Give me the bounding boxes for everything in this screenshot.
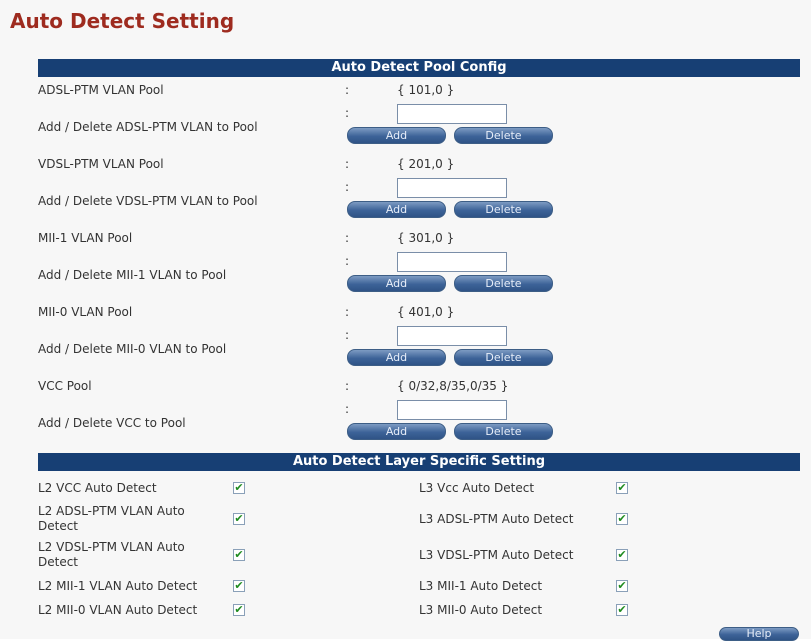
l2-label-vdsl-ptm: L2 VDSL-PTM VLAN Auto Detect	[38, 540, 185, 569]
add-button-vcc[interactable]: Add	[347, 423, 446, 440]
pool-label-vdsl-ptm: VDSL-PTM VLAN Pool	[38, 157, 164, 171]
edit-label-vdsl-ptm: Add / Delete VDSL-PTM VLAN to Pool	[38, 194, 258, 208]
edit-label-mii-0: Add / Delete MII-0 VLAN to Pool	[38, 342, 227, 356]
layer-specific-header: Auto Detect Layer Specific Setting	[38, 453, 800, 471]
separator-colon: :	[345, 106, 350, 120]
separator-colon: :	[345, 231, 350, 245]
l2-checkbox-adsl-ptm[interactable]: ✔	[233, 513, 245, 525]
l2-checkbox-mii-0[interactable]: ✔	[233, 604, 245, 616]
vlan-input-mii-0[interactable]	[397, 326, 507, 346]
l3-checkbox-mii-1[interactable]: ✔	[616, 580, 628, 592]
l3-label-mii-0: L3 MII-0 Auto Detect	[419, 603, 543, 617]
pool-value-adsl-ptm: { 101,0 }	[397, 83, 455, 97]
l2-checkbox-vcc[interactable]: ✔	[233, 482, 245, 494]
separator-colon: :	[345, 254, 350, 268]
l3-label-mii-1: L3 MII-1 Auto Detect	[419, 579, 543, 593]
edit-label-vcc: Add / Delete VCC to Pool	[38, 416, 186, 430]
page-title: Auto Detect Setting	[10, 9, 235, 33]
l3-checkbox-mii-0[interactable]: ✔	[616, 604, 628, 616]
l3-label-vdsl-ptm: L3 VDSL-PTM Auto Detect	[419, 548, 574, 562]
pool-value-vdsl-ptm: { 201,0 }	[397, 157, 455, 171]
page: Auto Detect Setting Auto Detect Pool Con…	[0, 0, 811, 641]
edit-label-mii-1: Add / Delete MII-1 VLAN to Pool	[38, 268, 227, 282]
pool-config-header: Auto Detect Pool Config	[38, 59, 800, 77]
add-button-mii-1[interactable]: Add	[347, 275, 446, 292]
separator-colon: :	[345, 180, 350, 194]
separator-colon: :	[345, 305, 350, 319]
l2-label-vcc: L2 VCC Auto Detect	[38, 481, 157, 495]
pool-label-vcc: VCC Pool	[38, 379, 92, 393]
l2-label-mii-0: L2 MII-0 VLAN Auto Detect	[38, 603, 198, 617]
l3-checkbox-adsl-ptm[interactable]: ✔	[616, 513, 628, 525]
pool-label-adsl-ptm: ADSL-PTM VLAN Pool	[38, 83, 164, 97]
add-button-mii-0[interactable]: Add	[347, 349, 446, 366]
pool-label-mii-1: MII-1 VLAN Pool	[38, 231, 133, 245]
vlan-input-adsl-ptm[interactable]	[397, 104, 507, 124]
separator-colon: :	[345, 402, 350, 416]
vlan-input-vdsl-ptm[interactable]	[397, 178, 507, 198]
pool-value-mii-1: { 301,0 }	[397, 231, 455, 245]
l2-label-mii-1: L2 MII-1 VLAN Auto Detect	[38, 579, 198, 593]
separator-colon: :	[345, 157, 350, 171]
l2-label-adsl-ptm: L2 ADSL-PTM VLAN Auto Detect	[38, 504, 185, 533]
delete-button-mii-0[interactable]: Delete	[454, 349, 553, 366]
l3-checkbox-vcc[interactable]: ✔	[616, 482, 628, 494]
l3-label-vcc: L3 Vcc Auto Detect	[419, 481, 535, 495]
l3-label-adsl-ptm: L3 ADSL-PTM Auto Detect	[419, 512, 574, 526]
delete-button-vdsl-ptm[interactable]: Delete	[454, 201, 553, 218]
delete-button-adsl-ptm[interactable]: Delete	[454, 127, 553, 144]
separator-colon: :	[345, 83, 350, 97]
separator-colon: :	[345, 379, 350, 393]
add-button-vdsl-ptm[interactable]: Add	[347, 201, 446, 218]
delete-button-vcc[interactable]: Delete	[454, 423, 553, 440]
pool-label-mii-0: MII-0 VLAN Pool	[38, 305, 133, 319]
add-button-adsl-ptm[interactable]: Add	[347, 127, 446, 144]
vlan-input-mii-1[interactable]	[397, 252, 507, 272]
vcc-input[interactable]	[397, 400, 507, 420]
l2-checkbox-vdsl-ptm[interactable]: ✔	[233, 549, 245, 561]
edit-label-adsl-ptm: Add / Delete ADSL-PTM VLAN to Pool	[38, 120, 258, 134]
separator-colon: :	[345, 328, 350, 342]
l3-checkbox-vdsl-ptm[interactable]: ✔	[616, 549, 628, 561]
pool-value-mii-0: { 401,0 }	[397, 305, 455, 319]
l2-checkbox-mii-1[interactable]: ✔	[233, 580, 245, 592]
pool-value-vcc: { 0/32,8/35,0/35 }	[397, 379, 509, 393]
delete-button-mii-1[interactable]: Delete	[454, 275, 553, 292]
